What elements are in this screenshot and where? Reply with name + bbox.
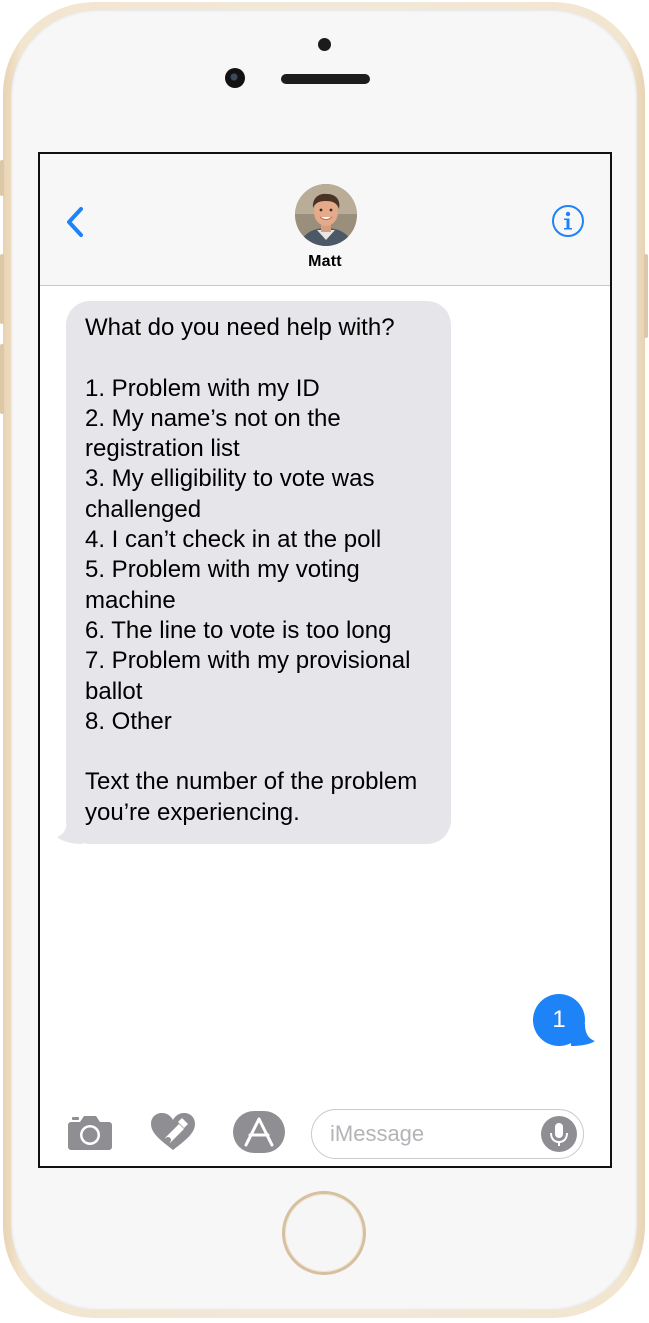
- message-line: [85, 737, 433, 767]
- message-line: 1. Problem with my ID: [85, 374, 320, 402]
- volume-down-button: [0, 344, 4, 414]
- dictation-button[interactable]: [541, 1116, 577, 1152]
- input-bar: [40, 1099, 610, 1166]
- bubble-tail: [571, 1024, 595, 1046]
- message-line: registration list: [85, 435, 240, 463]
- message-line: 8. Other: [85, 707, 172, 735]
- info-button[interactable]: [551, 204, 585, 238]
- screen: Matt What do you need help with? 1. Prob…: [38, 152, 612, 1168]
- message-line: machine: [85, 586, 176, 614]
- home-button[interactable]: [282, 1191, 366, 1275]
- message-thread: What do you need help with? 1. Problem w…: [40, 286, 610, 1096]
- message-line: you’re experiencing.: [85, 798, 300, 826]
- avatar-photo: [295, 184, 357, 246]
- app-store-button[interactable]: [233, 1111, 285, 1153]
- power-button: [644, 254, 648, 338]
- digital-touch-button[interactable]: [150, 1112, 196, 1152]
- message-line: ballot: [85, 677, 143, 705]
- camera-button[interactable]: [67, 1113, 113, 1151]
- message-line: 3. My elligibility to vote was: [85, 465, 375, 493]
- proximity-sensor: [318, 38, 331, 51]
- message-input-field[interactable]: [311, 1109, 584, 1159]
- contact-name[interactable]: Matt: [40, 253, 610, 271]
- avatar[interactable]: [295, 184, 357, 246]
- message-line: 5. Problem with my voting: [85, 556, 360, 584]
- back-button[interactable]: [60, 202, 90, 242]
- message-line: 7. Problem with my provisional: [85, 647, 411, 675]
- chevron-left-icon: [67, 207, 83, 237]
- message-line: challenged: [85, 495, 202, 523]
- message-line: 2. My name’s not on the: [85, 404, 341, 432]
- message-line: What do you need help with?: [85, 314, 395, 341]
- navigation-bar: Matt: [40, 154, 610, 286]
- front-camera: [225, 68, 245, 88]
- mute-switch: [0, 160, 4, 196]
- app-store-icon: [233, 1111, 285, 1153]
- heart-touch-icon: [151, 1113, 195, 1150]
- microphone-icon: [550, 1123, 568, 1146]
- incoming-message-bubble[interactable]: What do you need help with? 1. Problem w…: [57, 301, 451, 845]
- bubble-tail: [57, 820, 83, 845]
- outgoing-message-text: 1: [552, 1006, 566, 1033]
- message-input[interactable]: [330, 1120, 530, 1148]
- message-line: 6. The line to vote is too long: [85, 616, 392, 644]
- info-icon: [552, 205, 584, 237]
- message-line: 4. I can’t check in at the poll: [85, 526, 382, 554]
- volume-up-button: [0, 254, 4, 324]
- camera-icon: [68, 1116, 112, 1150]
- message-line: Text the number of the problem: [85, 768, 418, 796]
- outgoing-message-bubble[interactable]: 1: [533, 994, 595, 1046]
- earpiece-speaker: [281, 74, 370, 84]
- message-line: [85, 343, 433, 373]
